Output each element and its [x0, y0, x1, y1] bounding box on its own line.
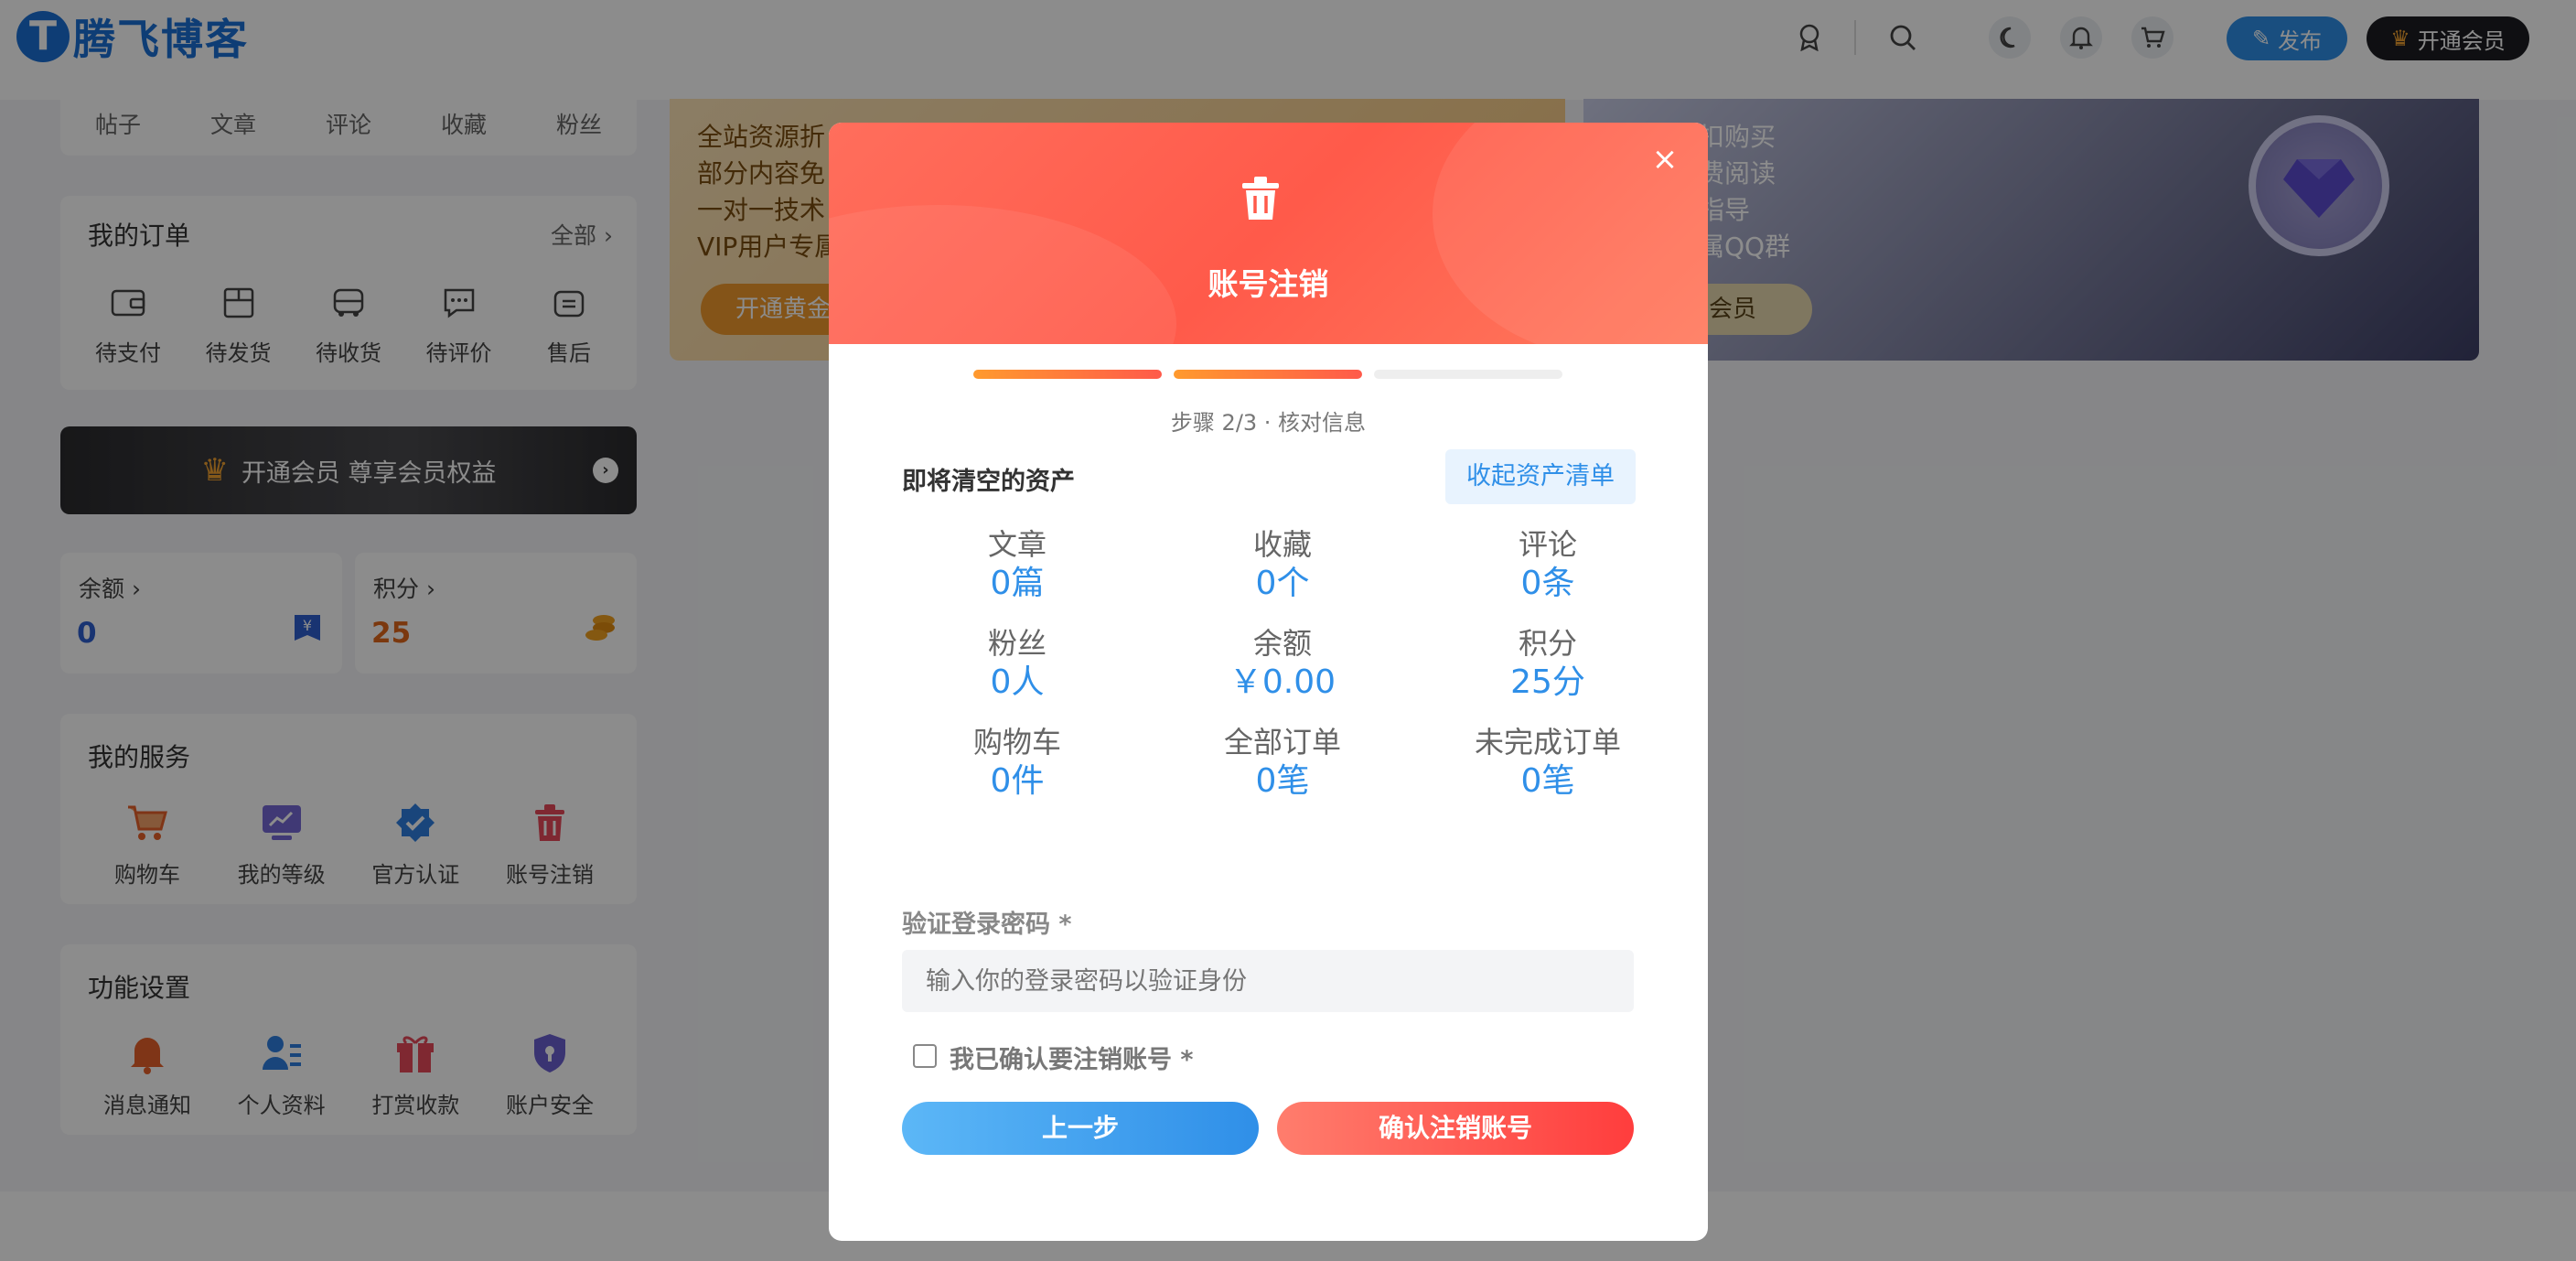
- confirm-delete-button[interactable]: 确认注销账号: [1277, 1102, 1634, 1155]
- assets-grid: 文章 0篇 收藏 0个 评论 0条 粉丝 0人 余额 ￥0.00 积分 25分 购物车 0件 …: [907, 525, 1658, 822]
- modal-header: 账号注销 ×: [829, 123, 1708, 344]
- stat-points: 积分 25分: [1438, 624, 1658, 703]
- stat-value: 0条: [1520, 565, 1575, 602]
- stat-key: 全部订单: [1223, 725, 1341, 760]
- step-indicator: 步骤 2/3 · 核对信息: [1170, 410, 1367, 436]
- previous-step-button[interactable]: 上一步: [902, 1102, 1259, 1155]
- trash-icon: [1240, 176, 1281, 225]
- stat-value: ￥0.00: [1229, 663, 1336, 701]
- stat-value: 0笔: [1255, 762, 1310, 800]
- progress-step-2: [1174, 370, 1362, 379]
- assets-section-title: 即将清空的资产: [902, 468, 1075, 496]
- stat-key: 收藏: [1252, 527, 1312, 562]
- progress-step-3: [1374, 370, 1562, 379]
- close-icon[interactable]: ×: [1647, 141, 1683, 178]
- confirm-checkbox[interactable]: [913, 1044, 937, 1068]
- stat-balance: 余额 ￥0.00: [1173, 624, 1392, 703]
- confirm-checkbox-label[interactable]: 我已确认要注销账号 *: [950, 1040, 1194, 1075]
- stat-fans: 粉丝 0人: [907, 624, 1127, 703]
- stat-key: 未完成订单: [1474, 725, 1621, 760]
- stat-articles: 文章 0篇: [907, 525, 1127, 604]
- password-input[interactable]: [902, 950, 1634, 1012]
- delete-account-modal: 账号注销 × 步骤 2/3 · 核对信息 即将清空的资产 收起资产清单 文章 0篇…: [829, 123, 1708, 1241]
- collapse-assets-button[interactable]: 收起资产清单: [1445, 449, 1636, 504]
- progress-step-1: [973, 370, 1162, 379]
- stat-pending-orders: 未完成订单 0笔: [1438, 723, 1658, 802]
- stat-key: 余额: [1252, 626, 1312, 661]
- stat-favorites: 收藏 0个: [1173, 525, 1392, 604]
- stat-value: 25分: [1510, 663, 1585, 701]
- stat-key: 粉丝: [987, 626, 1046, 661]
- stat-key: 文章: [987, 527, 1046, 562]
- stat-comments: 评论 0条: [1438, 525, 1658, 604]
- stat-value: 0篇: [990, 565, 1045, 602]
- stat-key: 购物车: [972, 725, 1061, 760]
- stat-all-orders: 全部订单 0笔: [1173, 723, 1392, 802]
- stat-key: 积分: [1518, 626, 1577, 661]
- stat-key: 评论: [1518, 527, 1577, 562]
- stat-value: 0个: [1255, 565, 1310, 602]
- stat-value: 0笔: [1520, 762, 1575, 800]
- modal-title: 账号注销: [1208, 266, 1329, 302]
- stat-value: 0人: [990, 663, 1045, 701]
- stat-value: 0件: [990, 762, 1045, 800]
- password-label: 验证登录密码 *: [902, 911, 1072, 939]
- stat-cart: 购物车 0件: [907, 723, 1127, 802]
